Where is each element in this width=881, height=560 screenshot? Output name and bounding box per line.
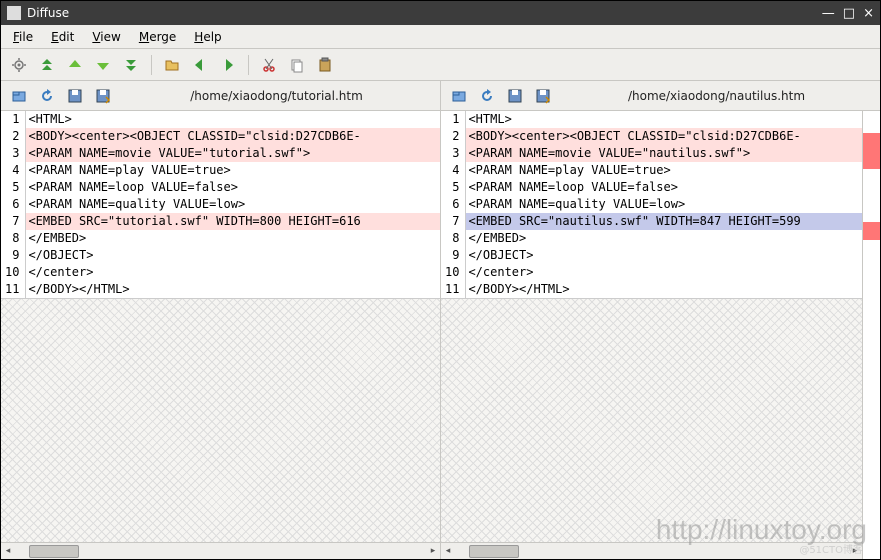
line-number: 2 [445,128,459,145]
line-number: 4 [445,162,459,179]
copy-icon[interactable] [285,53,309,77]
code-line[interactable]: <PARAM NAME=loop VALUE=false> [26,179,440,196]
refresh-icon[interactable] [35,84,59,108]
h-scrollbar-right[interactable]: ◂▸ [441,542,862,559]
code-line[interactable]: <PARAM NAME=play VALUE=true> [26,162,440,179]
line-number: 9 [445,247,459,264]
line-number: 3 [5,145,19,162]
line-number: 2 [5,128,19,145]
close-button[interactable]: × [863,6,874,21]
arrow-up-icon[interactable] [63,53,87,77]
toolbar [1,49,880,81]
left-pane: /home/xiaodong/tutorial.htm 123456789101… [1,81,441,559]
menu-file[interactable]: File [5,28,41,46]
code-line[interactable]: <PARAM NAME=movie VALUE="tutorial.swf"> [26,145,440,162]
line-number: 7 [445,213,459,230]
line-number: 1 [445,111,459,128]
arrow-up-double-icon[interactable] [35,53,59,77]
cut-icon[interactable] [257,53,281,77]
file-path-left: /home/xiaodong/tutorial.htm [119,89,434,103]
code-line[interactable]: </OBJECT> [26,247,440,264]
arrow-down-icon[interactable] [91,53,115,77]
line-number: 6 [445,196,459,213]
app-icon [7,6,21,20]
menu-merge[interactable]: Merge [131,28,184,46]
line-number: 4 [5,162,19,179]
open-file-icon[interactable] [447,84,471,108]
right-pane: /home/xiaodong/nautilus.htm 123456789101… [441,81,880,559]
diff-overview-strip[interactable] [862,111,880,559]
diff-strip-segment[interactable] [863,111,880,133]
line-number: 7 [5,213,19,230]
code-area-left[interactable]: 1234567891011 <HTML><BODY><center><OBJECT… [1,111,440,298]
save-as-icon[interactable] [91,84,115,108]
settings-icon[interactable] [7,53,31,77]
line-number: 11 [5,281,19,298]
code-line[interactable]: <HTML> [26,111,440,128]
line-number: 10 [445,264,459,281]
save-icon[interactable] [63,84,87,108]
code-line[interactable]: </EMBED> [466,230,862,247]
code-line[interactable]: <PARAM NAME=loop VALUE=false> [466,179,862,196]
code-line[interactable]: <PARAM NAME=movie VALUE="nautilus.swf"> [466,145,862,162]
code-line[interactable]: </BODY></HTML> [26,281,440,298]
arrow-down-double-icon[interactable] [119,53,143,77]
line-number: 11 [445,281,459,298]
line-number: 3 [445,145,459,162]
empty-fill [1,298,440,542]
empty-fill [441,298,862,542]
line-number: 8 [445,230,459,247]
diff-strip-segment[interactable] [863,169,880,222]
code-line[interactable]: <PARAM NAME=play VALUE=true> [466,162,862,179]
diff-strip-segment[interactable] [863,240,880,540]
code-line[interactable]: <EMBED SRC="nautilus.swf" WIDTH=847 HEIG… [466,213,862,230]
save-as-icon[interactable] [531,84,555,108]
arrow-left-icon[interactable] [188,53,212,77]
code-line[interactable]: <BODY><center><OBJECT CLASSID="clsid:D27… [26,128,440,145]
refresh-icon[interactable] [475,84,499,108]
code-line[interactable]: <PARAM NAME=quality VALUE=low> [466,196,862,213]
diff-strip-segment[interactable] [863,133,880,169]
h-scrollbar-left[interactable]: ◂▸ [1,542,440,559]
menu-edit[interactable]: Edit [43,28,82,46]
code-line[interactable]: <BODY><center><OBJECT CLASSID="clsid:D27… [466,128,862,145]
menu-help[interactable]: Help [186,28,229,46]
maximize-button[interactable]: □ [843,6,855,21]
line-number: 1 [5,111,19,128]
save-icon[interactable] [503,84,527,108]
code-line[interactable]: </center> [466,264,862,281]
minimize-button[interactable]: — [822,6,835,21]
menubar: File Edit View Merge Help [1,25,880,49]
diff-strip-segment[interactable] [863,222,880,240]
line-number: 5 [5,179,19,196]
line-number: 5 [445,179,459,196]
paste-icon[interactable] [313,53,337,77]
folder-open-icon[interactable] [160,53,184,77]
line-number: 9 [5,247,19,264]
line-number: 8 [5,230,19,247]
code-line[interactable]: <PARAM NAME=quality VALUE=low> [26,196,440,213]
code-line[interactable]: </center> [26,264,440,281]
line-number: 10 [5,264,19,281]
code-line[interactable]: </OBJECT> [466,247,862,264]
file-path-right: /home/xiaodong/nautilus.htm [559,89,874,103]
line-number: 6 [5,196,19,213]
code-area-right[interactable]: 1234567891011 <HTML><BODY><center><OBJECT… [441,111,862,298]
titlebar: Diffuse — □ × [1,1,880,25]
menu-view[interactable]: View [84,28,128,46]
code-line[interactable]: </EMBED> [26,230,440,247]
open-file-icon[interactable] [7,84,31,108]
code-line[interactable]: <HTML> [466,111,862,128]
code-line[interactable]: </BODY></HTML> [466,281,862,298]
window-title: Diffuse [27,6,822,20]
arrow-right-icon[interactable] [216,53,240,77]
code-line[interactable]: <EMBED SRC="tutorial.swf" WIDTH=800 HEIG… [26,213,440,230]
